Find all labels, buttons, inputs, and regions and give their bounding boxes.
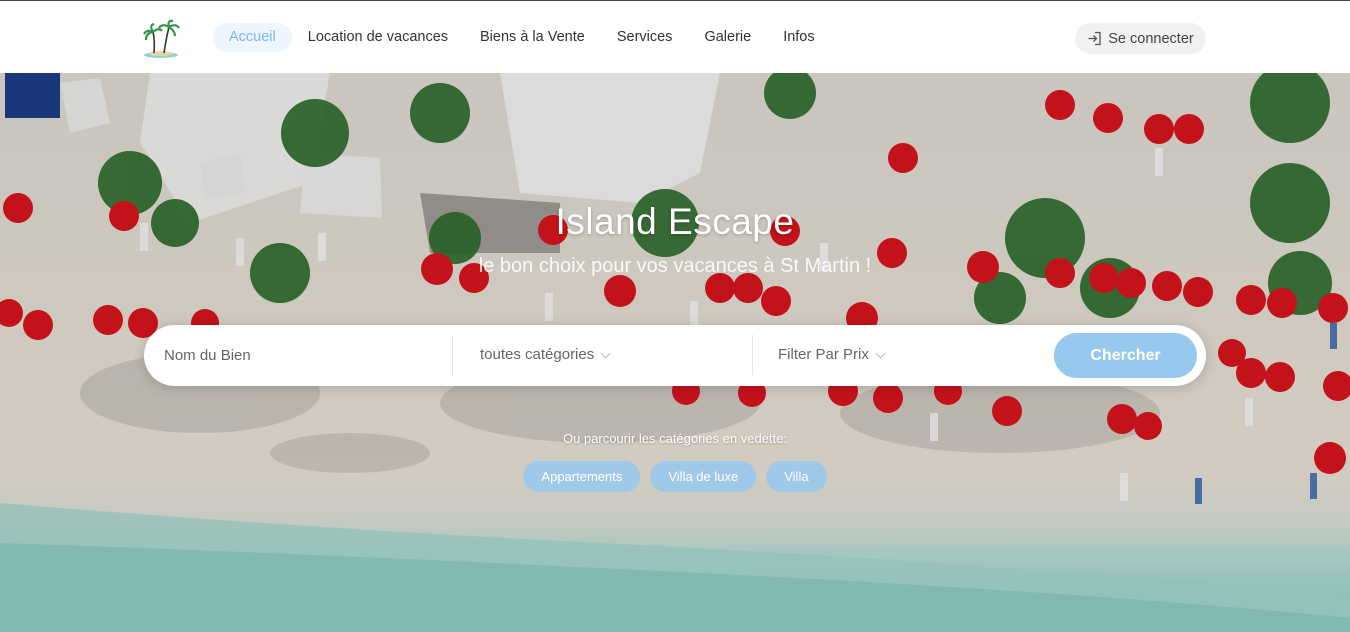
main-nav: Accueil Location de vacances Biens à la … bbox=[213, 23, 831, 52]
login-button[interactable]: Se connecter bbox=[1075, 23, 1206, 54]
nav-item-accueil[interactable]: Accueil bbox=[213, 23, 292, 52]
category-tag-villa[interactable]: Villa bbox=[766, 461, 827, 492]
nav-item-infos[interactable]: Infos bbox=[767, 23, 830, 52]
featured-categories-label: Ou parcourir les catégories en vedette: bbox=[562, 431, 787, 446]
price-filter-value: Filter Par Prix bbox=[778, 346, 869, 363]
chevron-down-icon bbox=[875, 348, 886, 358]
category-select-value: toutes catégories bbox=[480, 346, 595, 363]
site-header: Accueil Location de vacances Biens à la … bbox=[0, 0, 1350, 73]
sign-in-icon bbox=[1088, 31, 1101, 46]
nav-item-location-de-vacances[interactable]: Location de vacances bbox=[292, 23, 464, 52]
hero-title: Island Escape bbox=[555, 201, 795, 242]
category-select[interactable]: toutes catégories bbox=[480, 342, 611, 368]
nav-item-galerie[interactable]: Galerie bbox=[688, 23, 767, 52]
category-tag-appartements[interactable]: Appartements bbox=[523, 461, 641, 492]
property-name-input[interactable] bbox=[164, 342, 444, 368]
search-button[interactable]: Chercher bbox=[1054, 333, 1197, 378]
price-filter-select[interactable]: Filter Par Prix bbox=[778, 342, 886, 368]
category-tag-villa-de-luxe[interactable]: Villa de luxe bbox=[650, 461, 757, 492]
login-label: Se connecter bbox=[1108, 30, 1194, 47]
search-divider bbox=[452, 335, 453, 375]
featured-categories: Appartements Villa de luxe Villa bbox=[0, 461, 1350, 492]
hero-subtitle: le bon choix pour vos vacances à St Mart… bbox=[478, 255, 872, 277]
nav-item-biens-a-la-vente[interactable]: Biens à la Vente bbox=[464, 23, 601, 52]
nav-item-services[interactable]: Services bbox=[601, 23, 689, 52]
palm-tree-logo[interactable] bbox=[142, 19, 180, 59]
chevron-down-icon bbox=[600, 348, 611, 358]
search-divider bbox=[752, 335, 753, 375]
hero-section: Island Escape le bon choix pour vos vaca… bbox=[0, 73, 1350, 632]
search-bar: toutes catégories Filter Par Prix Cherch… bbox=[144, 325, 1206, 386]
